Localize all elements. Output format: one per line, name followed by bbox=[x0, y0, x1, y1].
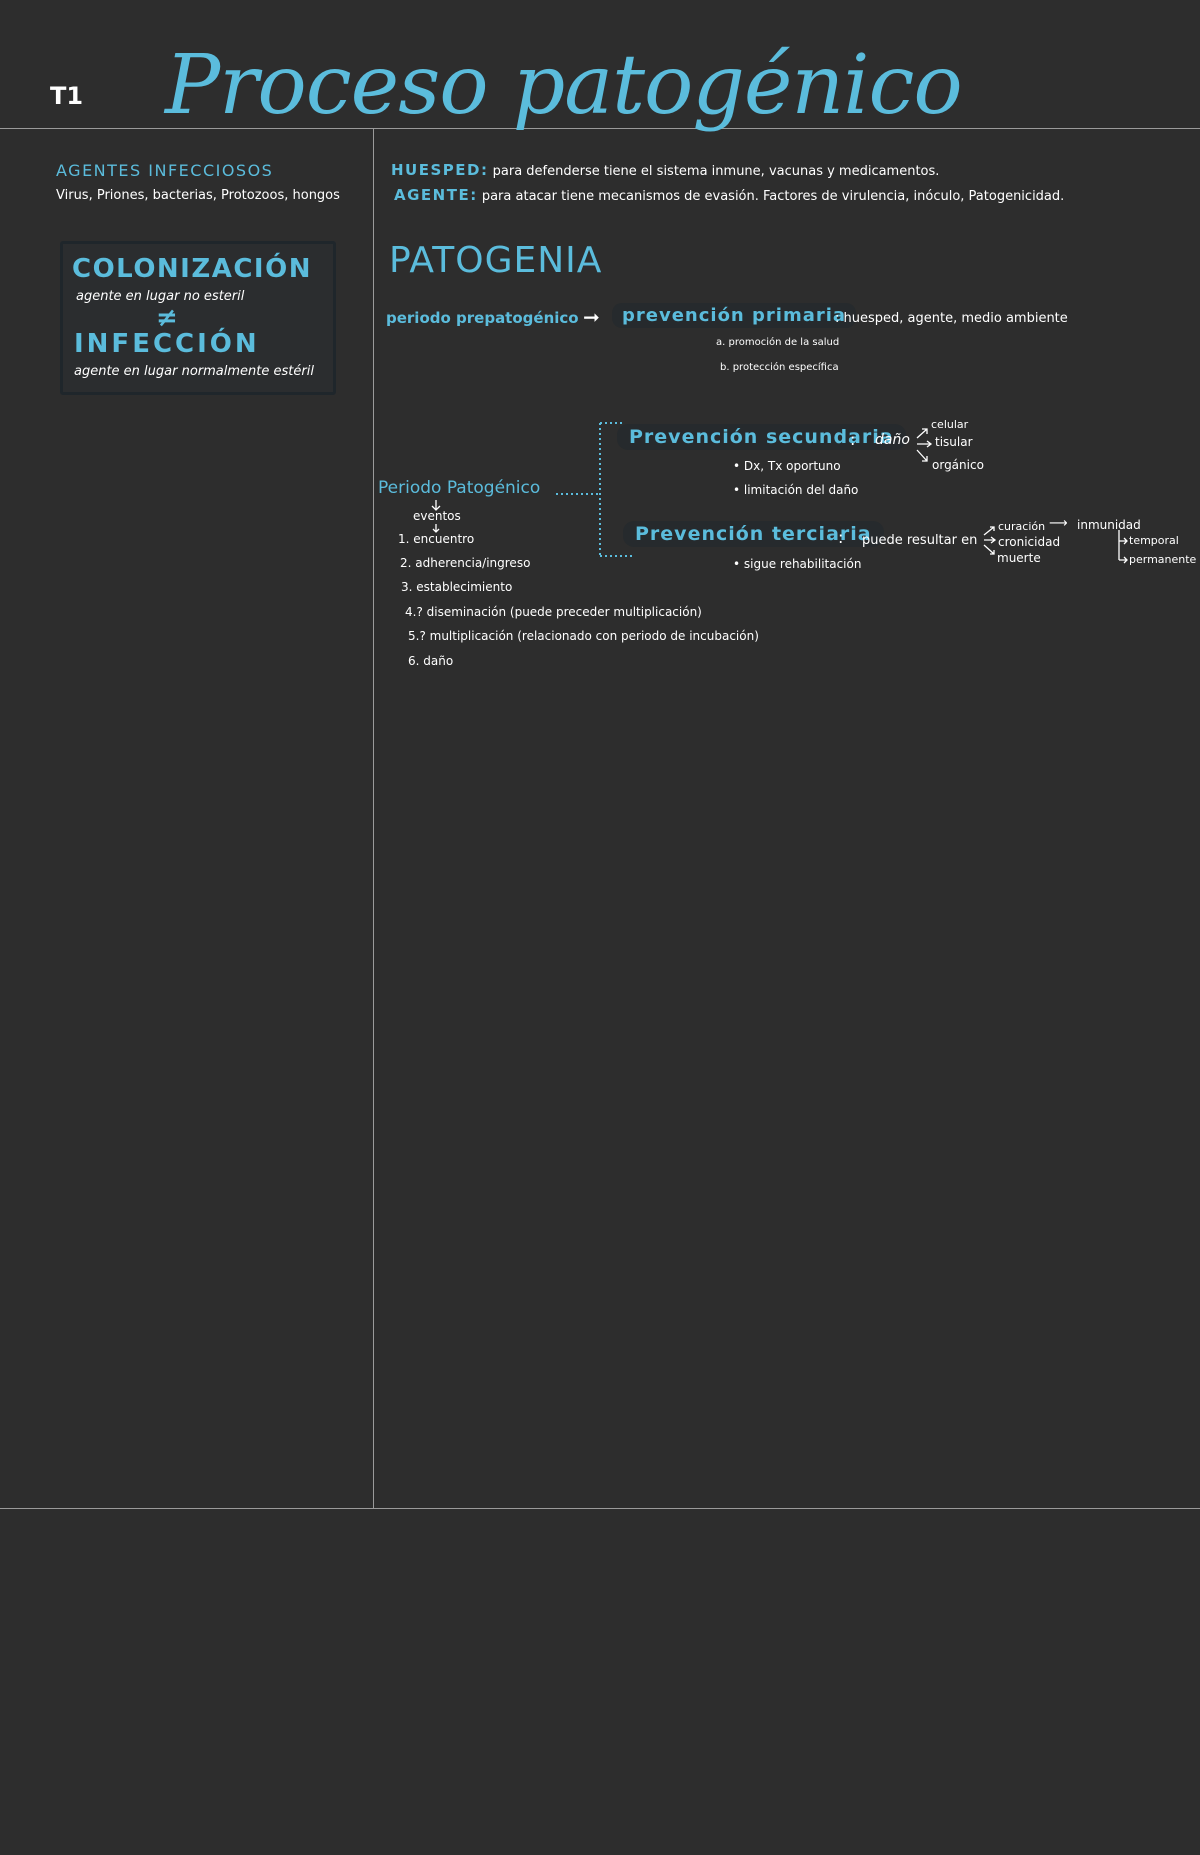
terciaria-text: puede resultar en bbox=[862, 533, 978, 548]
resultado-cronicidad: cronicidad bbox=[998, 535, 1061, 549]
evento-step: 6. daño bbox=[408, 654, 454, 668]
terciaria-bullet: • sigue rehabilitación bbox=[733, 557, 862, 571]
inmunidad-permanente: permanente bbox=[1129, 553, 1197, 566]
prevencion-secundaria-label: Prevención secundaria bbox=[617, 424, 906, 450]
inmunidad-label: inmunidad bbox=[1077, 518, 1141, 532]
footer-rule bbox=[0, 1508, 1200, 1509]
eventos-label: eventos bbox=[413, 509, 461, 523]
secundaria-bullet: • Dx, Tx oportuno bbox=[733, 459, 841, 473]
long-right-arrow-icon: ⟶ bbox=[1049, 516, 1068, 531]
secundaria-colon: : bbox=[850, 430, 856, 449]
evento-step: 3. establecimiento bbox=[401, 580, 513, 594]
prevencion-terciaria-label: Prevención terciaria bbox=[623, 521, 884, 547]
evento-step: 4.? diseminación (puede preceder multipl… bbox=[405, 605, 702, 619]
evento-step: 1. encuentro bbox=[398, 532, 475, 546]
patogenico-label: Periodo Patogénico bbox=[378, 478, 541, 498]
evento-step: 2. adherencia/ingreso bbox=[400, 556, 531, 570]
dano-tisular: tisular bbox=[935, 435, 973, 449]
dano-label: daño bbox=[875, 432, 910, 448]
terciaria-colon: : bbox=[838, 528, 844, 547]
evento-step: 5.? multiplicación (relacionado con peri… bbox=[408, 629, 759, 643]
resultado-muerte: muerte bbox=[997, 551, 1041, 565]
dano-organico: orgánico bbox=[932, 458, 984, 472]
inmunidad-branch-arrows bbox=[1118, 530, 1128, 564]
inmunidad-temporal: temporal bbox=[1129, 534, 1179, 547]
connector-lines bbox=[431, 422, 1128, 564]
dano-celular: celular bbox=[931, 418, 969, 431]
dano-branch-arrows bbox=[916, 428, 933, 462]
secundaria-bullet: • limitación del daño bbox=[733, 483, 859, 497]
resultado-curacion: curación bbox=[998, 520, 1046, 533]
terciaria-branch-arrows bbox=[983, 526, 997, 555]
